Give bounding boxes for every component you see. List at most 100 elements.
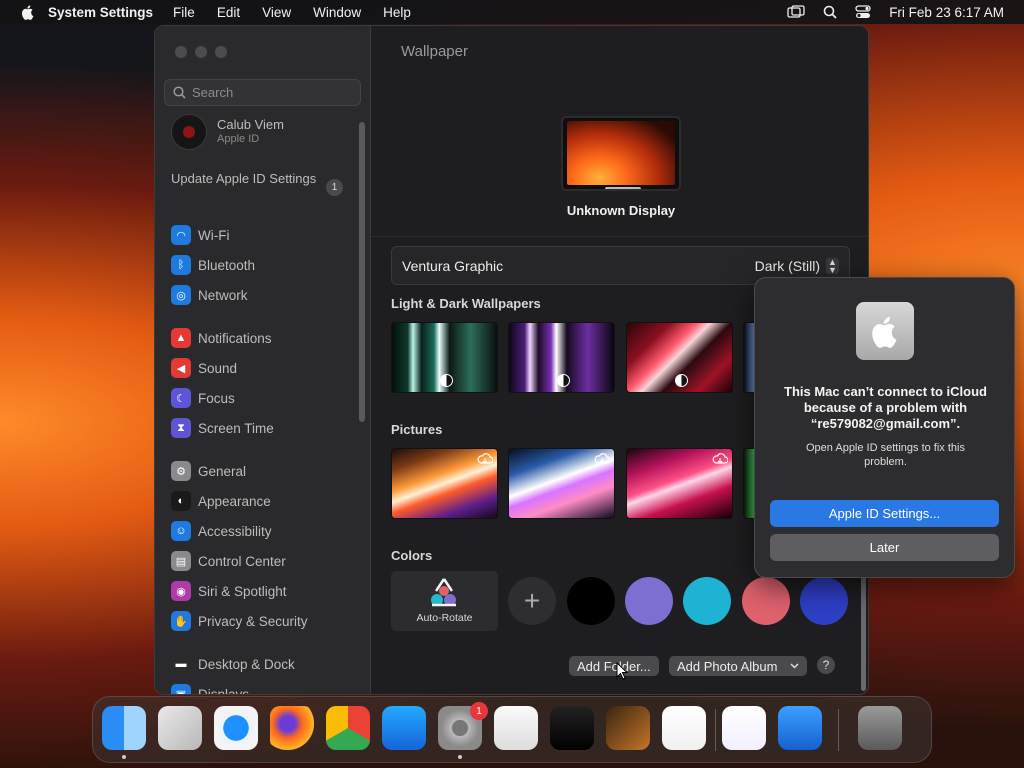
garageband-icon[interactable] — [606, 706, 650, 750]
accessibility-icon: ☺ — [171, 521, 191, 541]
sidebar-item-control-center[interactable]: ▤ Control Center — [171, 550, 286, 572]
safari-icon[interactable] — [214, 706, 258, 750]
color-swatch[interactable] — [567, 577, 615, 625]
dock-badge: 1 — [470, 702, 488, 720]
sidebar-scrollbar[interactable] — [359, 122, 365, 422]
sidebar-item-label: Focus — [198, 390, 235, 406]
later-button[interactable]: Later — [770, 534, 999, 561]
bell-icon: ▲ — [171, 328, 191, 348]
sidebar-item-notifications[interactable]: ▲ Notifications — [171, 327, 272, 349]
add-color-button[interactable]: + — [508, 577, 556, 625]
wallpaper-name: Ventura Graphic — [402, 257, 504, 274]
sidebar-item-accessibility[interactable]: ☺ Accessibility — [171, 520, 272, 542]
color-swatch[interactable] — [742, 577, 790, 625]
wallpaper-thumb[interactable] — [391, 322, 498, 393]
sidebar-item-label: Accessibility — [198, 523, 272, 539]
update-label: Update Apple ID Settings — [171, 171, 317, 186]
menu-app-name[interactable]: System Settings — [48, 5, 153, 20]
control-center-icon[interactable] — [855, 5, 871, 19]
picture-thumb[interactable] — [626, 448, 733, 519]
wallpaper-thumb[interactable] — [508, 322, 615, 393]
sidebar-item-label: Displays — [198, 686, 250, 695]
user-subtitle: Apple ID — [217, 133, 260, 145]
running-indicator — [122, 755, 126, 759]
menu-view[interactable]: View — [262, 5, 291, 20]
wallpaper-thumb[interactable] — [626, 322, 733, 393]
spotlight-search-icon[interactable] — [823, 5, 837, 19]
textedit-icon[interactable] — [494, 706, 538, 750]
sidebar-item-screen-time[interactable]: ⧗ Screen Time — [171, 417, 274, 439]
update-apple-id-item[interactable]: Update Apple ID Settings 1 — [171, 171, 343, 196]
add-folder-button[interactable]: Add Folder... — [569, 656, 659, 676]
minimize-button[interactable] — [195, 46, 207, 58]
display-name: Unknown Display — [566, 203, 676, 218]
zoom-button[interactable] — [215, 46, 227, 58]
display-preview — [561, 116, 681, 191]
sidebar-item-siri-spotlight[interactable]: ◉ Siri & Spotlight — [171, 580, 287, 602]
menu-help[interactable]: Help — [383, 5, 411, 20]
sidebar-item-bluetooth[interactable]: ᛒ Bluetooth — [171, 254, 255, 276]
launchpad-icon[interactable] — [158, 706, 202, 750]
search-input[interactable]: Search — [164, 79, 361, 106]
add-photo-album-button[interactable]: Add Photo Album — [669, 656, 807, 676]
trash-icon[interactable] — [858, 706, 902, 750]
dock-separator — [838, 709, 839, 751]
picture-thumb[interactable] — [391, 448, 498, 519]
wifi-icon: ◠ — [171, 225, 191, 245]
system-settings-icon[interactable]: 1 — [438, 702, 488, 750]
running-indicator — [458, 755, 462, 759]
sidebar-item-focus[interactable]: ☾ Focus — [171, 387, 235, 409]
apple-menu-icon[interactable] — [20, 4, 36, 20]
hourglass-icon: ⧗ — [171, 418, 191, 438]
sidebar-item-privacy-security[interactable]: ✋ Privacy & Security — [171, 610, 308, 632]
sidebar-item-desktop-dock[interactable]: ▬ Desktop & Dock — [171, 653, 295, 675]
auto-rotate-label: Auto-Rotate — [416, 612, 473, 624]
sidebar-item-label: Siri & Spotlight — [198, 583, 287, 599]
color-swatch[interactable] — [800, 577, 848, 625]
speaker-icon: ◀ — [171, 358, 191, 378]
terminal-icon[interactable] — [550, 706, 594, 750]
sidebar-item-sound[interactable]: ◀ Sound — [171, 357, 237, 379]
search-placeholder: Search — [192, 85, 234, 100]
help-button[interactable]: ? — [817, 656, 835, 674]
appearance-icon: ◐ — [171, 491, 191, 511]
sidebar-item-appearance[interactable]: ◐ Appearance — [171, 490, 271, 512]
menu-window[interactable]: Window — [313, 5, 361, 20]
page-title: Wallpaper — [401, 43, 468, 60]
visual-studio-icon[interactable] — [722, 706, 766, 750]
firefox-icon[interactable] — [270, 706, 314, 750]
picture-thumb[interactable] — [508, 448, 615, 519]
menu-bar: System Settings File Edit View Window He… — [0, 0, 1024, 24]
sidebar-item-general[interactable]: ⚙ General — [171, 460, 246, 482]
vscode-icon[interactable] — [662, 706, 706, 750]
add-photo-album-label: Add Photo Album — [677, 658, 778, 674]
weather-icon[interactable] — [778, 706, 822, 750]
wallpaper-mode-value: Dark (Still) — [754, 257, 820, 274]
control-center-icon: ▤ — [171, 551, 191, 571]
chrome-icon[interactable] — [326, 706, 370, 750]
wallpaper-mode-select[interactable]: Dark (Still) ▲ ▼ — [754, 257, 839, 274]
chevron-down-icon — [790, 663, 799, 669]
sidebar: Search Calub Viem Apple ID Update Apple … — [155, 26, 371, 694]
menu-edit[interactable]: Edit — [217, 5, 240, 20]
color-swatch[interactable] — [683, 577, 731, 625]
apple-id-account[interactable]: Calub Viem Apple ID — [171, 114, 284, 150]
menu-file[interactable]: File — [173, 5, 195, 20]
close-button[interactable] — [175, 46, 187, 58]
alert-title: This Mac can’t connect to iCloud because… — [784, 384, 987, 431]
apple-id-settings-button[interactable]: Apple ID Settings... — [770, 500, 999, 527]
sidebar-item-wi-fi[interactable]: ◠ Wi-Fi — [171, 224, 229, 246]
finder-icon[interactable] — [102, 706, 146, 750]
gear-icon: ⚙ — [171, 461, 191, 481]
window-controls — [175, 46, 227, 58]
auto-rotate-tile[interactable]: Auto-Rotate — [391, 571, 498, 631]
globe-icon: ◎ — [171, 285, 191, 305]
download-cloud-icon — [477, 453, 493, 464]
app-store-icon[interactable] — [382, 706, 426, 750]
screen-mirroring-icon[interactable] — [787, 5, 805, 19]
sidebar-item-displays[interactable]: ▣ Displays — [171, 683, 250, 695]
sidebar-item-network[interactable]: ◎ Network — [171, 284, 248, 306]
chevron-updown-icon: ▲ ▼ — [826, 257, 839, 274]
clock[interactable]: Fri Feb 23 6:17 AM — [889, 5, 1004, 20]
color-swatch[interactable] — [625, 577, 673, 625]
